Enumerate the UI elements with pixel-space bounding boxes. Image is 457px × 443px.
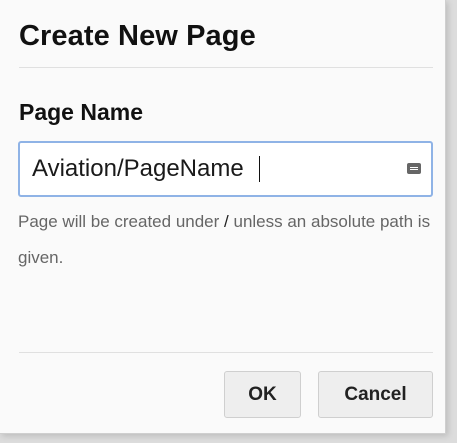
page-name-label: Page Name xyxy=(19,99,144,125)
create-page-dialog: Create New Page Page Name Page will be c… xyxy=(0,0,446,434)
text-caret xyxy=(259,156,260,182)
footer-divider xyxy=(19,352,433,353)
page-name-input[interactable] xyxy=(32,143,402,195)
cancel-button[interactable]: Cancel xyxy=(318,371,433,418)
page-name-field[interactable] xyxy=(18,141,433,197)
help-text: Page will be created under / unless an a… xyxy=(18,204,438,276)
dialog-title: Create New Page xyxy=(19,20,256,52)
title-divider xyxy=(19,67,433,68)
ok-button[interactable]: OK xyxy=(224,371,301,418)
help-text-before: Page will be created under xyxy=(18,212,225,231)
keyboard-icon[interactable] xyxy=(407,163,421,174)
